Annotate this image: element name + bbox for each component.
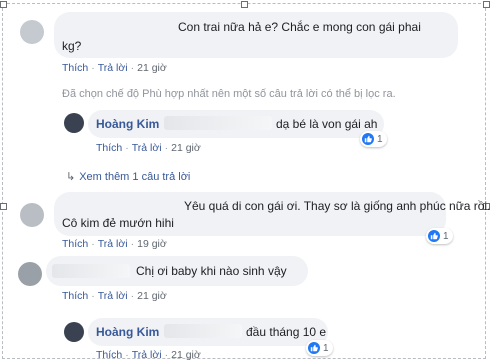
avatar[interactable] [64, 113, 84, 133]
like-link[interactable]: Thích [96, 142, 122, 154]
timestamp[interactable]: 21 giờ [137, 290, 167, 302]
comment-bubble: Chị ơi baby khi nào sinh vậy [46, 256, 308, 286]
like-link[interactable]: Thích [62, 238, 88, 250]
comment-text: Cô kim đẻ mướn hihi [62, 216, 174, 230]
avatar[interactable] [20, 203, 44, 227]
like-link[interactable]: Thích [96, 349, 122, 361]
comment-text: Chị ơi baby khi nào sinh vậy [136, 264, 287, 278]
reply-text: đầu tháng 10 e [246, 325, 327, 339]
reaction-count[interactable]: 1 [426, 228, 453, 244]
reply-arrow-icon: ↳ [66, 171, 76, 183]
reply-actions: Thích · Trả lời · 21 giờ [96, 349, 201, 361]
like-reaction-icon [428, 230, 440, 242]
reply-actions: Thích · Trả lời · 21 giờ [96, 142, 201, 154]
like-reaction-icon [308, 342, 320, 354]
timestamp[interactable]: 19 giờ [137, 238, 167, 250]
comment-actions: Thích · Trả lời · 21 giờ [62, 62, 167, 74]
timestamp[interactable]: 21 giờ [171, 142, 201, 154]
filter-note: Đã chọn chế độ Phù hợp nhất nên một số c… [62, 88, 396, 100]
reply-link[interactable]: Trả lời [98, 238, 128, 250]
view-more-replies[interactable]: ↳ Xem thêm 1 câu trả lời [66, 170, 190, 183]
reply-link[interactable]: Trả lời [132, 142, 162, 154]
redacted-text [164, 324, 242, 338]
like-link[interactable]: Thích [62, 62, 88, 74]
comment-text: Yêu quá di con gái ơi. Thay sơ là giống … [184, 199, 490, 213]
resize-handle-left-middle[interactable] [0, 203, 7, 210]
comment-text: kg? [62, 39, 82, 53]
like-link[interactable]: Thích [62, 290, 88, 302]
resize-handle-top-left[interactable] [0, 1, 7, 8]
resize-handle-top-center[interactable] [241, 1, 248, 8]
timestamp[interactable]: 21 giờ [171, 349, 201, 361]
comment-bubble: Con trai nữa hả e? Chắc e mong con gái p… [54, 12, 458, 58]
avatar[interactable] [20, 20, 44, 44]
redacted-text [164, 116, 272, 130]
reaction-count[interactable]: 1 [360, 131, 387, 147]
reply-bubble: Hoàng Kim dạ bé là von gái ah [88, 110, 384, 138]
avatar[interactable] [18, 262, 42, 286]
author-name[interactable]: Hoàng Kim [96, 117, 159, 131]
comment-actions: Thích · Trả lời · 21 giờ [62, 290, 167, 302]
reply-bubble: Hoàng Kim đầu tháng 10 e [88, 318, 328, 346]
reply-link[interactable]: Trả lời [98, 62, 128, 74]
resize-handle-top-right[interactable] [483, 1, 490, 8]
reaction-count[interactable]: 1 [306, 340, 333, 356]
comment-bubble: Yêu quá di con gái ơi. Thay sơ là giống … [54, 192, 490, 236]
timestamp[interactable]: 21 giờ [137, 62, 167, 74]
avatar[interactable] [64, 322, 84, 342]
comment-text: Con trai nữa hả e? Chắc e mong con gái p… [178, 20, 421, 34]
comment-actions: Thích · Trả lời · 19 giờ [62, 238, 167, 250]
author-name[interactable]: Hoàng Kim [96, 325, 159, 339]
like-reaction-icon [362, 133, 374, 145]
reply-link[interactable]: Trả lời [98, 290, 128, 302]
reply-link[interactable]: Trả lời [132, 349, 162, 361]
redacted-name [52, 264, 130, 278]
reply-text: dạ bé là von gái ah [276, 117, 378, 131]
